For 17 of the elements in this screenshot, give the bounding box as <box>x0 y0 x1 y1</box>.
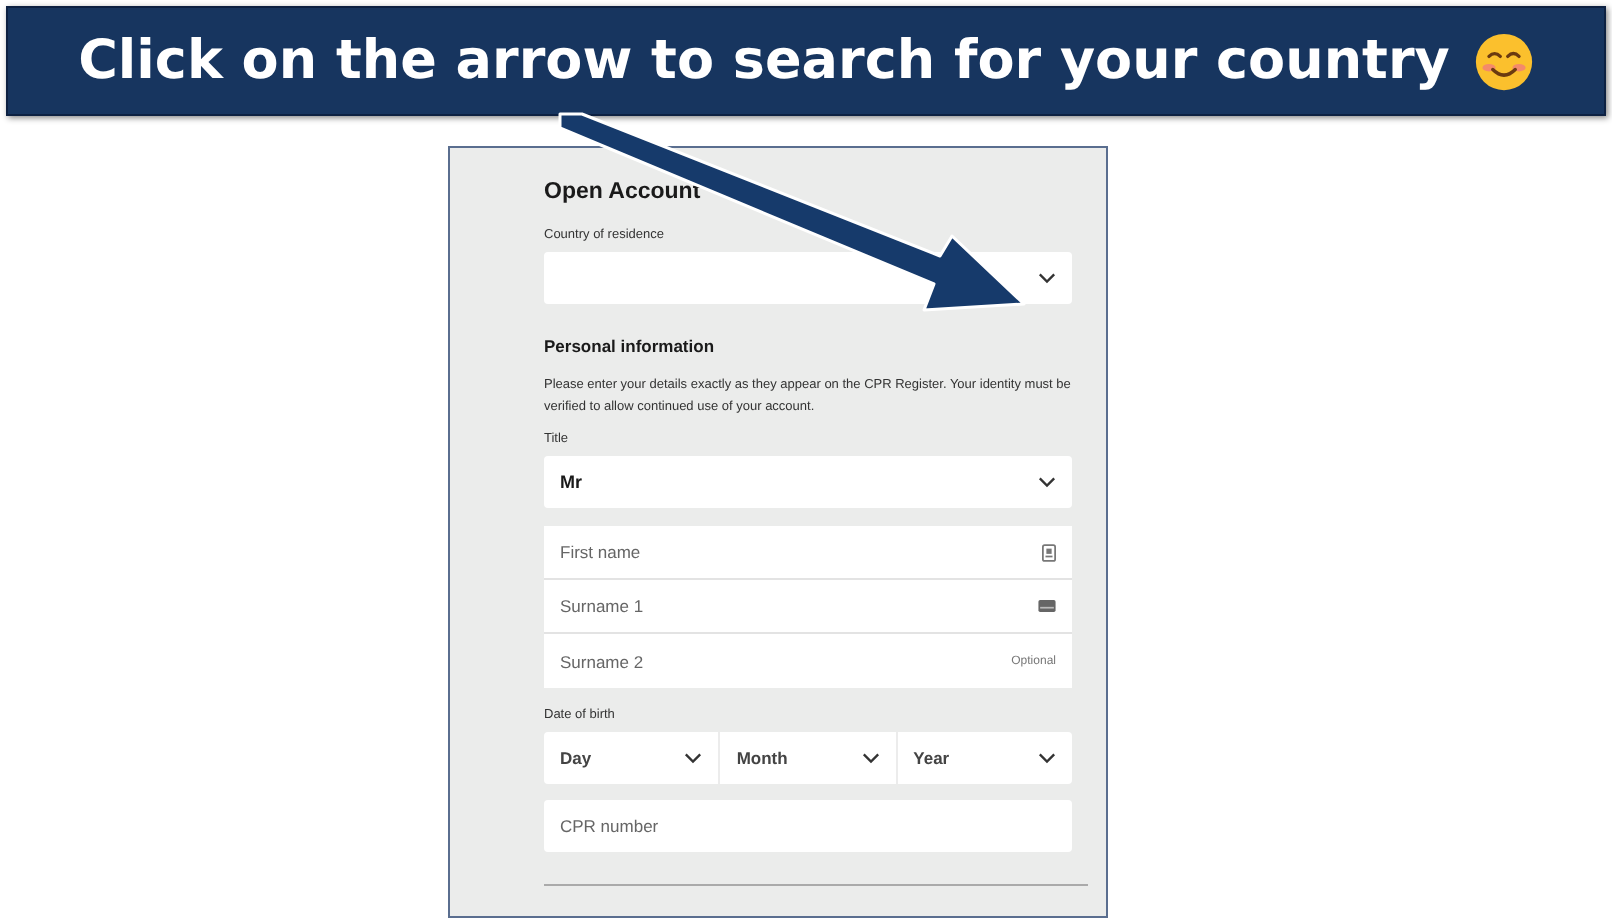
date-select[interactable]: Day <box>544 732 719 784</box>
input-field[interactable]: First name <box>544 526 1072 580</box>
chevron-down-icon <box>1038 272 1056 284</box>
smiley-icon <box>1473 31 1534 91</box>
cpr-input[interactable]: CPR number <box>544 800 1072 852</box>
title-select[interactable]: Mr <box>544 456 1072 508</box>
banner-text: Click on the arrow to search for your country <box>78 30 1450 92</box>
chevron-down-icon <box>861 752 880 764</box>
chevron-down-icon <box>684 752 703 764</box>
chevron-down-icon <box>1037 752 1056 764</box>
date-select[interactable]: Month <box>718 732 896 784</box>
section-heading: Personal information <box>544 336 717 356</box>
form-heading: Open Account <box>544 180 703 204</box>
card-icon <box>1038 600 1056 612</box>
id-badge-icon <box>1042 543 1056 561</box>
date-select[interactable]: Year <box>895 732 1072 784</box>
chevron-down-icon <box>1038 476 1056 488</box>
